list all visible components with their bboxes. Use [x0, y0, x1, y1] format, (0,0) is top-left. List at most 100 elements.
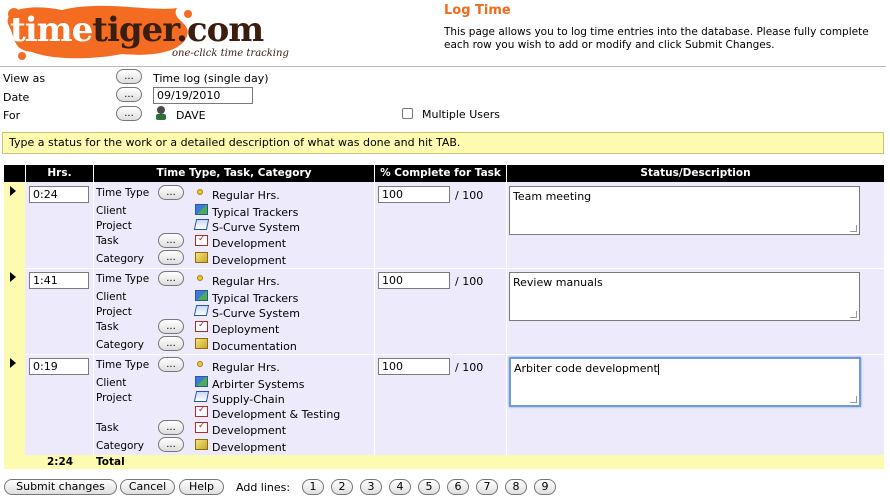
- total-row: [4, 455, 884, 469]
- client-icon: [195, 290, 208, 301]
- row-selector-arrow-icon[interactable]: [10, 272, 16, 282]
- percent-total: / 100: [455, 275, 484, 288]
- submit-changes-button[interactable]: Submit changes: [4, 479, 117, 495]
- category-value: Development: [212, 441, 287, 454]
- category-icon: [195, 338, 208, 349]
- category-label: Category: [96, 440, 144, 452]
- header-blank: [4, 165, 25, 182]
- resize-grip-icon[interactable]: [850, 311, 857, 318]
- status-description-field[interactable]: Team meeting: [509, 186, 860, 235]
- add-2-lines-button[interactable]: 2: [331, 479, 353, 495]
- task-group-icon: [195, 405, 208, 417]
- category-label: Category: [96, 253, 144, 265]
- status-description-field[interactable]: Review manuals: [509, 272, 860, 321]
- row-selector-arrow-icon[interactable]: [10, 186, 16, 196]
- time-type-value: Regular Hrs.: [212, 189, 280, 202]
- project-icon: [193, 219, 210, 230]
- table-row: 0:24 Time Type ... Regular Hrs. Client T…: [0, 182, 884, 268]
- status-text: Team meeting: [513, 190, 592, 203]
- time-type-button[interactable]: ...: [158, 271, 184, 286]
- add-6-lines-button[interactable]: 6: [447, 479, 469, 495]
- total-label: Total: [96, 456, 125, 468]
- header-time-type: Time Type, Task, Category: [94, 165, 374, 182]
- add-9-lines-button[interactable]: 9: [534, 479, 556, 495]
- cancel-button[interactable]: Cancel: [120, 479, 175, 495]
- task-value: Development: [212, 424, 287, 437]
- for-value: DAVE: [176, 109, 206, 122]
- percent-complete-field[interactable]: 100: [378, 358, 450, 375]
- add-4-lines-button[interactable]: 4: [389, 479, 411, 495]
- text-cursor: [657, 363, 659, 375]
- status-message: Type a status for the work or a detailed…: [2, 132, 884, 154]
- resize-grip-icon[interactable]: [850, 225, 857, 232]
- view-as-button[interactable]: ...: [116, 69, 142, 84]
- date-picker-button[interactable]: ...: [116, 87, 142, 102]
- percent-complete-field[interactable]: 100: [378, 186, 450, 203]
- hours-field[interactable]: 1:41: [29, 272, 89, 289]
- task-icon: [195, 421, 208, 433]
- add-5-lines-button[interactable]: 5: [418, 479, 440, 495]
- category-value: Development: [212, 254, 287, 267]
- help-button[interactable]: Help: [179, 479, 224, 495]
- category-button[interactable]: ...: [158, 437, 184, 452]
- task-value: Development: [212, 237, 287, 250]
- time-type-button[interactable]: ...: [158, 185, 184, 200]
- client-value: Typical Trackers: [212, 206, 299, 219]
- project-value: S-Curve System: [212, 221, 300, 234]
- status-text: Review manuals: [513, 276, 603, 289]
- add-8-lines-button[interactable]: 8: [505, 479, 527, 495]
- time-type-value: Regular Hrs.: [212, 361, 280, 374]
- view-as-value: Time log (single day): [153, 72, 269, 85]
- divider: [0, 66, 886, 67]
- logo: timetiger.com one-click time tracking: [2, 2, 302, 60]
- status-description-field[interactable]: Arbiter code development: [509, 357, 861, 407]
- view-as-label: View as: [3, 72, 46, 85]
- category-icon: [195, 439, 208, 450]
- task-button[interactable]: ...: [158, 420, 184, 435]
- task-button[interactable]: ...: [158, 319, 184, 334]
- resize-grip-icon[interactable]: [850, 396, 857, 403]
- project-label: Project: [96, 220, 132, 232]
- category-label: Category: [96, 339, 144, 351]
- for-label: For: [3, 109, 21, 122]
- task-button[interactable]: ...: [158, 233, 184, 248]
- date-field[interactable]: 09/19/2010: [153, 87, 253, 104]
- client-label: Client: [96, 291, 127, 303]
- time-type-label: Time Type: [96, 273, 150, 285]
- category-button[interactable]: ...: [158, 250, 184, 265]
- hours-field[interactable]: 0:19: [29, 358, 89, 375]
- client-icon: [195, 376, 208, 387]
- client-icon: [195, 204, 208, 215]
- time-type-label: Time Type: [96, 187, 150, 199]
- page-title: Log Time: [444, 3, 511, 18]
- task-icon: [195, 234, 208, 246]
- add-3-lines-button[interactable]: 3: [360, 479, 382, 495]
- client-label: Client: [96, 377, 127, 389]
- task-group-value: Development & Testing: [212, 408, 341, 421]
- date-label: Date: [3, 91, 30, 104]
- category-value: Documentation: [212, 340, 297, 353]
- client-value: Typical Trackers: [212, 292, 299, 305]
- page-intro: This page allows you to log time entries…: [444, 26, 869, 51]
- multiple-users-checkbox[interactable]: [402, 108, 413, 119]
- time-type-button[interactable]: ...: [158, 357, 184, 372]
- user-picker-button[interactable]: ...: [116, 106, 142, 121]
- user-icon: [156, 106, 166, 120]
- percent-complete-field[interactable]: 100: [378, 272, 450, 289]
- total-hours: 2:24: [47, 456, 74, 468]
- hours-field[interactable]: 0:24: [29, 186, 89, 203]
- percent-total: / 100: [455, 189, 484, 202]
- header-hrs: Hrs.: [26, 165, 93, 182]
- client-value: Arbirter Systems: [212, 378, 305, 391]
- project-value: Supply-Chain: [212, 393, 285, 406]
- category-icon: [195, 252, 208, 263]
- add-1-line-button[interactable]: 1: [302, 479, 324, 495]
- logo-tagline: one-click time tracking: [172, 48, 289, 59]
- row-selector-arrow-icon[interactable]: [10, 358, 16, 368]
- add-7-lines-button[interactable]: 7: [476, 479, 498, 495]
- header-status: Status/Description: [507, 165, 884, 182]
- task-value: Deployment: [212, 323, 280, 336]
- table-row: 1:41 Time Type ... Regular Hrs. Client T…: [0, 268, 884, 354]
- category-button[interactable]: ...: [158, 336, 184, 351]
- logo-wordmark: timetiger.com: [10, 10, 264, 50]
